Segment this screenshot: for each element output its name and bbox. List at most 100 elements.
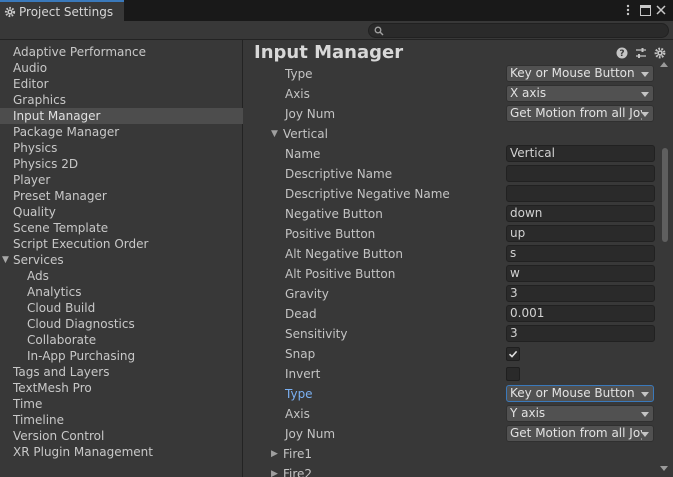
negative-button-field[interactable]: down xyxy=(506,205,655,222)
type-label: Type xyxy=(285,67,313,81)
expand-arrow-icon[interactable]: ▶ xyxy=(271,466,278,477)
sidebar-item-label: Quality xyxy=(13,205,56,219)
sidebar-item-label: Input Manager xyxy=(13,109,101,123)
search-input[interactable] xyxy=(368,23,669,38)
sidebar-item-cloud-diagnostics[interactable]: Cloud Diagnostics xyxy=(0,316,243,332)
descriptive-name-field[interactable] xyxy=(506,165,655,182)
joy-num-label: Joy Num xyxy=(285,107,336,121)
foldout-vertical[interactable]: Vertical xyxy=(283,126,328,142)
type-dropdown-value: Key or Mouse Button xyxy=(510,386,635,400)
kebab-menu-icon[interactable] xyxy=(621,2,635,18)
sidebar-item-preset-manager[interactable]: Preset Manager xyxy=(0,188,243,204)
alt-negative-button-label: Alt Negative Button xyxy=(285,247,403,261)
sidebar-item-label: Physics 2D xyxy=(13,157,79,171)
sidebar-item-scene-template[interactable]: Scene Template xyxy=(0,220,243,236)
sidebar-item-label: Tags and Layers xyxy=(13,365,110,379)
expand-arrow-icon[interactable]: ▶ xyxy=(271,446,278,462)
sidebar-item-textmesh-pro[interactable]: TextMesh Pro xyxy=(0,380,243,396)
sidebar-item-label: Scene Template xyxy=(13,221,109,235)
snap-checkbox[interactable] xyxy=(506,347,520,361)
chevron-down-icon xyxy=(641,432,649,437)
axis-dropdown[interactable]: X axis xyxy=(506,85,654,102)
settings-panel: Input Manager ? Type Key or Mouse Button A… xyxy=(244,40,673,477)
descriptive-negative-name-field[interactable] xyxy=(506,185,655,202)
collapse-arrow-icon[interactable]: ▼ xyxy=(271,126,278,142)
sidebar-item-physics[interactable]: Physics xyxy=(0,140,243,156)
sidebar-item-label: Graphics xyxy=(13,93,66,107)
sidebar-item-xr-plugin-management[interactable]: XR Plugin Management xyxy=(0,444,243,460)
tab-project-settings[interactable]: Project Settings xyxy=(0,0,124,21)
type-label: Type xyxy=(285,387,313,401)
sidebar-item-collaborate[interactable]: Collaborate xyxy=(0,332,243,348)
sidebar-item-audio[interactable]: Audio xyxy=(0,60,243,76)
chevron-down-icon xyxy=(641,392,649,397)
sidebar-item-label: Physics xyxy=(13,141,58,155)
maximize-icon[interactable] xyxy=(638,2,652,18)
sidebar-item-time[interactable]: Time xyxy=(0,396,243,412)
gravity-field[interactable]: 3 xyxy=(506,285,655,302)
sidebar-item-cloud-build[interactable]: Cloud Build xyxy=(0,300,243,316)
sidebar-item-label: Player xyxy=(13,173,51,187)
type-dropdown[interactable]: Key or Mouse Button xyxy=(506,65,654,82)
invert-label: Invert xyxy=(285,367,321,381)
sidebar-item-timeline[interactable]: Timeline xyxy=(0,412,243,428)
sidebar-item-label: Cloud Diagnostics xyxy=(27,317,135,331)
sidebar-item-physics-2d[interactable]: Physics 2D xyxy=(0,156,243,172)
sidebar-item-package-manager[interactable]: Package Manager xyxy=(0,124,243,140)
sidebar-item-in-app-purchasing[interactable]: In-App Purchasing xyxy=(0,348,243,364)
name-field[interactable]: Vertical xyxy=(506,145,655,162)
gear-icon xyxy=(4,6,16,17)
gear-icon[interactable] xyxy=(654,47,666,59)
joy-num-label: Joy Num xyxy=(285,427,336,441)
sidebar-item-editor[interactable]: Editor xyxy=(0,76,243,92)
descriptive-name-label: Descriptive Name xyxy=(285,167,393,181)
scrollbar[interactable] xyxy=(657,60,671,477)
scroll-down-icon[interactable] xyxy=(660,466,668,471)
alt-positive-button-field[interactable]: w xyxy=(506,265,655,282)
scroll-up-icon[interactable] xyxy=(660,62,668,67)
close-icon[interactable] xyxy=(654,2,668,18)
sensitivity-field[interactable]: 3 xyxy=(506,325,655,342)
sidebar-item-label: Time xyxy=(13,397,43,411)
joy-num-dropdown[interactable]: Get Motion from all Joysticks xyxy=(506,105,654,122)
sidebar-item-player[interactable]: Player xyxy=(0,172,243,188)
sidebar-item-label: Audio xyxy=(13,61,48,75)
name-label: Name xyxy=(285,147,321,161)
expand-arrow-icon[interactable]: ▼ xyxy=(2,252,9,268)
joy-num-dropdown-value: Get Motion from all Joysticks xyxy=(510,106,642,120)
axis-label: Axis xyxy=(285,87,310,101)
sidebar-item-label: Preset Manager xyxy=(13,189,107,203)
type-dropdown[interactable]: Key or Mouse Button xyxy=(506,385,654,402)
sidebar-item-script-execution-order[interactable]: Script Execution Order xyxy=(0,236,243,252)
sidebar-item-input-manager[interactable]: Input Manager xyxy=(0,108,243,124)
axis-dropdown-value: Y axis xyxy=(510,406,546,420)
sidebar-item-label: XR Plugin Management xyxy=(13,445,153,459)
sidebar-item-services[interactable]: ▼ Services xyxy=(0,252,243,268)
sidebar-item-label: Package Manager xyxy=(13,125,120,139)
sidebar-item-version-control[interactable]: Version Control xyxy=(0,428,243,444)
sidebar-item-tags-and-layers[interactable]: Tags and Layers xyxy=(0,364,243,380)
sidebar-item-adaptive-performance[interactable]: Adaptive Performance xyxy=(0,44,243,60)
help-icon[interactable]: ? xyxy=(616,47,628,59)
scroll-thumb[interactable] xyxy=(662,148,668,242)
invert-checkbox[interactable] xyxy=(506,367,520,381)
foldout-fire2[interactable]: Fire2 xyxy=(283,466,312,477)
axis-dropdown[interactable]: Y axis xyxy=(506,405,654,422)
sidebar-item-label: TextMesh Pro xyxy=(13,381,92,395)
dead-field[interactable]: 0.001 xyxy=(506,305,655,322)
sidebar-item-label: Analytics xyxy=(27,285,82,299)
sidebar-item-analytics[interactable]: Analytics xyxy=(0,284,243,300)
foldout-fire1[interactable]: Fire1 xyxy=(283,446,312,462)
sidebar-item-graphics[interactable]: Graphics xyxy=(0,92,243,108)
alt-negative-button-field[interactable]: s xyxy=(506,245,655,262)
chevron-down-icon xyxy=(641,412,649,417)
tab-bar: Project Settings xyxy=(0,0,673,21)
positive-button-field[interactable]: up xyxy=(506,225,655,242)
sliders-icon[interactable] xyxy=(635,47,647,59)
sidebar-item-quality[interactable]: Quality xyxy=(0,204,243,220)
sidebar-item-ads[interactable]: Ads xyxy=(0,268,243,284)
joy-num-dropdown[interactable]: Get Motion from all Joysticks xyxy=(506,425,654,442)
sensitivity-label: Sensitivity xyxy=(285,327,348,341)
alt-positive-button-label: Alt Positive Button xyxy=(285,267,396,281)
sidebar: Adaptive Performance Audio Editor Graphics I… xyxy=(0,40,243,477)
